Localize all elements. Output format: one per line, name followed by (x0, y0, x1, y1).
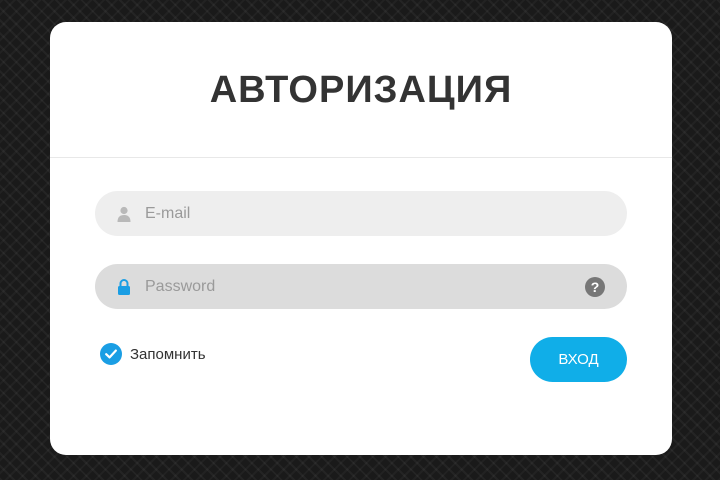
card-header: АВТОРИЗАЦИЯ (50, 22, 672, 158)
login-card: АВТОРИЗАЦИЯ ? Запомнить ВХОД (50, 22, 672, 455)
lock-icon (116, 278, 132, 295)
password-field[interactable]: ? (95, 264, 627, 309)
remember-me-label: Запомнить (130, 345, 206, 363)
login-button[interactable]: ВХОД (530, 337, 627, 382)
password-input[interactable] (132, 264, 585, 309)
remember-me-checkbox[interactable]: Запомнить (100, 343, 206, 365)
question-mark-icon[interactable]: ? (585, 276, 605, 297)
checkmark-icon[interactable] (100, 343, 122, 365)
user-icon (116, 206, 132, 222)
page-title: АВТОРИЗАЦИЯ (209, 69, 513, 111)
email-input[interactable] (132, 191, 627, 236)
email-field[interactable] (95, 191, 627, 236)
